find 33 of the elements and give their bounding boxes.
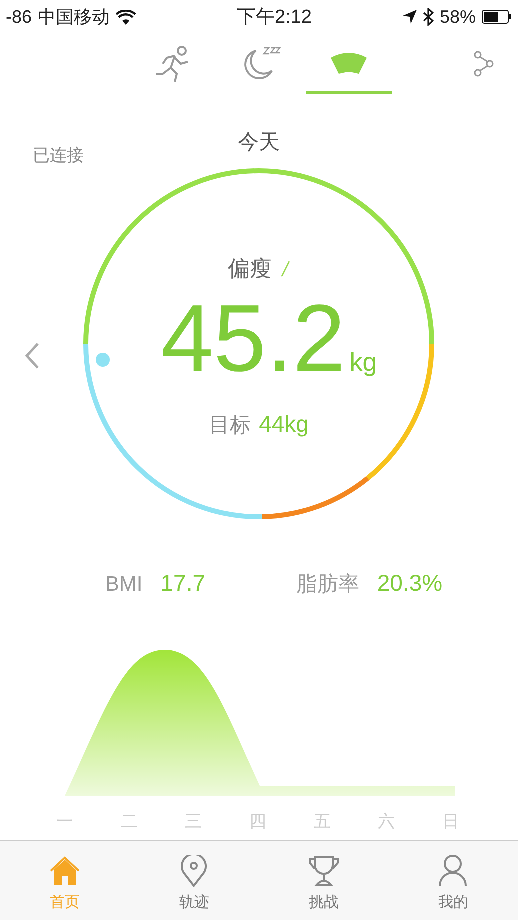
goal-value: 44kg [259, 411, 309, 438]
battery-percentage: 58% [440, 6, 476, 28]
battery-icon [482, 10, 512, 24]
goal-label: 目标 [209, 413, 252, 439]
share-button[interactable] [474, 51, 494, 77]
stat-label: 脂肪率 [296, 572, 360, 598]
nav-tab[interactable]: 挑战 [259, 841, 388, 920]
scale-icon [329, 52, 369, 76]
clock-time: 下午2:12 [236, 6, 313, 30]
stat-value: 17.7 [160, 570, 206, 597]
date-title: 今天 [238, 130, 280, 156]
signal-strength: -86 [6, 6, 32, 28]
wifi-icon [116, 10, 136, 24]
weight-value: 45.2 [160, 292, 346, 387]
bluetooth-icon [422, 8, 434, 26]
home-icon [48, 855, 81, 887]
location-arrow-icon [402, 10, 417, 24]
person-icon [438, 855, 468, 887]
previous-button[interactable] [24, 342, 40, 370]
trophy-icon [308, 855, 340, 887]
nav-tab[interactable]: 我的 [388, 841, 518, 920]
carrier-name: 中国移动 [38, 6, 110, 29]
marker-dot [96, 353, 110, 367]
connection-status: 已连接 [33, 145, 84, 167]
nav-tab[interactable]: 轨迹 [130, 841, 259, 920]
pencil-icon [280, 260, 290, 278]
stat-label: BMI [105, 573, 143, 597]
body-status: 偏瘦 [228, 255, 272, 283]
chevron-left-icon [24, 342, 40, 370]
location-pin-icon [180, 855, 208, 887]
share-icon [474, 51, 494, 77]
stat-value: 20.3% [377, 570, 443, 597]
weight-unit: kg [350, 347, 378, 378]
